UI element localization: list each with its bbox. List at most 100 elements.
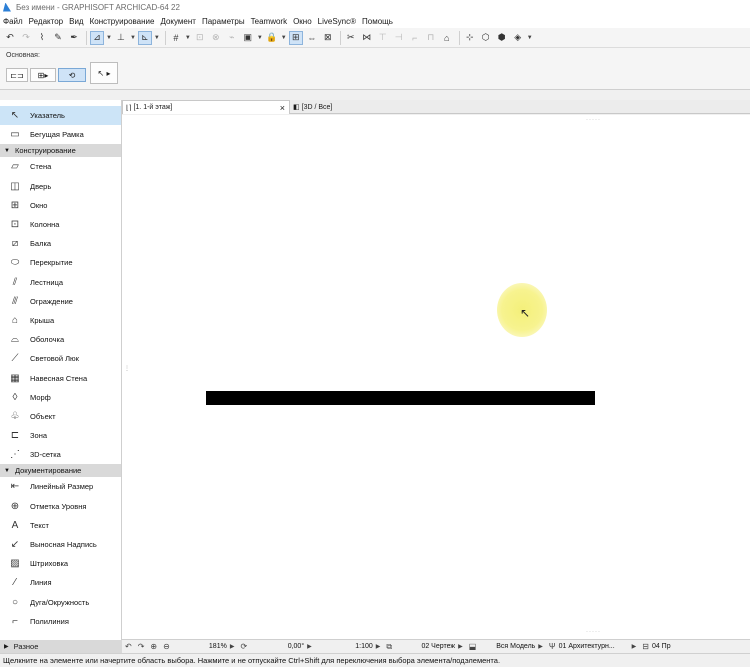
- magic-wand-icon[interactable]: ⌁: [225, 31, 239, 45]
- guide-lines-icon[interactable]: ⊿: [90, 30, 104, 45]
- stretch-icon[interactable]: ⇔: [305, 31, 319, 45]
- extra-value[interactable]: 04 Пр: [652, 640, 671, 654]
- menu-help[interactable]: Помощь: [362, 17, 393, 26]
- model-view-value[interactable]: Вся Модель: [479, 640, 535, 654]
- tool-line[interactable]: ⁄ Линия: [0, 573, 121, 592]
- intersect-icon[interactable]: ⊤: [376, 31, 390, 45]
- menu-file[interactable]: Файл: [3, 17, 23, 26]
- tool-pointer[interactable]: ↖ Указатель: [0, 106, 121, 126]
- relative-construction-icon[interactable]: ⊡: [193, 31, 207, 45]
- snap-guides-icon[interactable]: ⊥: [114, 31, 128, 45]
- fit-window-icon[interactable]: ⊠: [321, 31, 335, 45]
- tool-roof[interactable]: ⌂ Крыша: [0, 311, 121, 330]
- tool-fill[interactable]: ▨ Штриховка: [0, 554, 121, 573]
- suspend-groups-icon[interactable]: ⊗: [209, 31, 223, 45]
- chevron-right-icon[interactable]: ▶: [227, 640, 238, 654]
- splitter-top[interactable]: ·····: [586, 117, 601, 123]
- tool-stair[interactable]: ⫽ Лестница: [0, 273, 121, 292]
- redo-zoom-icon[interactable]: ↷: [135, 640, 148, 654]
- section-more[interactable]: ▶ Разное: [0, 640, 122, 653]
- chevron-right-icon[interactable]: ▶: [455, 640, 466, 654]
- tool-polyline[interactable]: ⌐ Полилиния: [0, 612, 121, 631]
- tool-arc[interactable]: ○ Дуга/Окружность: [0, 593, 121, 612]
- rotate-view-icon[interactable]: ⟳: [237, 640, 250, 654]
- close-icon[interactable]: ×: [280, 103, 285, 113]
- structure-icon[interactable]: ⊟: [639, 640, 652, 654]
- selection-method-icon[interactable]: ⊏⊐: [6, 68, 28, 82]
- pen-icon[interactable]: ✒: [67, 31, 81, 45]
- chevron-down-icon[interactable]: ▼: [527, 35, 533, 41]
- undo-zoom-icon[interactable]: ↶: [122, 640, 135, 654]
- adjust-icon[interactable]: ⊣: [392, 31, 406, 45]
- chevron-down-icon[interactable]: ▼: [106, 35, 112, 41]
- renovation-icon[interactable]: ⬢: [495, 31, 509, 45]
- split-icon[interactable]: ⋈: [360, 31, 374, 45]
- tool-skylight[interactable]: ⟋ Световой Люк: [0, 349, 121, 368]
- zoom-value[interactable]: 181%: [173, 640, 227, 654]
- chevron-down-icon[interactable]: ▼: [281, 35, 287, 41]
- tool-zone[interactable]: ⊏ Зона: [0, 426, 121, 445]
- tool-mesh[interactable]: ⋰ 3D-сетка: [0, 445, 121, 464]
- trim-icon[interactable]: ✂: [344, 31, 358, 45]
- trace-icon[interactable]: ⊞: [288, 30, 303, 45]
- splitter-bottom[interactable]: ·····: [586, 629, 601, 635]
- tool-beam[interactable]: ⧄ Балка: [0, 234, 121, 253]
- tool-dimension[interactable]: ⇤ Линейный Размер: [0, 477, 121, 496]
- pen-set-value[interactable]: 01 Архитектурн...: [559, 640, 629, 654]
- tool-column[interactable]: ⊡ Колонна: [0, 215, 121, 234]
- grid-snap-icon[interactable]: #: [169, 31, 183, 45]
- menu-options[interactable]: Параметры: [202, 17, 245, 26]
- chevron-down-icon[interactable]: ▼: [257, 35, 263, 41]
- fillet-icon[interactable]: ⌐: [408, 31, 422, 45]
- menu-view[interactable]: Вид: [69, 17, 83, 26]
- splitter-left[interactable]: ⋮: [124, 366, 130, 372]
- layer-combination-icon[interactable]: ◈: [511, 31, 525, 45]
- tool-text[interactable]: A Текст: [0, 516, 121, 535]
- tool-wall[interactable]: ▱ Стена: [0, 157, 121, 176]
- lock-icon[interactable]: 🔒: [265, 31, 279, 45]
- wall-element[interactable]: [206, 391, 595, 405]
- menu-design[interactable]: Конструирование: [90, 17, 155, 26]
- tool-shell[interactable]: ⌓ Оболочка: [0, 330, 121, 349]
- menu-livesync[interactable]: LiveSync®: [318, 17, 356, 26]
- offset-icon[interactable]: ⊓: [424, 31, 438, 45]
- tool-morph[interactable]: ◊ Морф: [0, 388, 121, 407]
- drafting-aids-icon[interactable]: ⌂: [440, 31, 454, 45]
- layer-combo-value[interactable]: 02 Чертеж: [395, 640, 455, 654]
- rotated-selection-icon[interactable]: ⟲: [58, 68, 86, 82]
- model-view-icon[interactable]: ⬓: [466, 640, 480, 654]
- redo-icon[interactable]: ↷: [19, 31, 33, 45]
- menu-edit[interactable]: Редактор: [29, 17, 63, 26]
- tab-floor-plan[interactable]: ⌊⌉ [1. 1-й этаж] ×: [122, 100, 290, 114]
- inject-icon[interactable]: ✎: [51, 31, 65, 45]
- chevron-right-icon[interactable]: ▶: [304, 640, 315, 654]
- menu-teamwork[interactable]: Teamwork: [251, 17, 287, 26]
- area-selection-icon[interactable]: ⊞▸: [30, 68, 56, 82]
- tool-railing[interactable]: ⫻ Ограждение: [0, 292, 121, 311]
- menu-document[interactable]: Документ: [160, 17, 196, 26]
- section-design[interactable]: ▼ Конструирование: [0, 144, 121, 158]
- 3d-view-icon[interactable]: ⬡: [479, 31, 493, 45]
- chevron-down-icon[interactable]: ▼: [154, 35, 160, 41]
- layers-icon[interactable]: ⧉: [383, 640, 395, 654]
- arrow-pointer-icon[interactable]: ↖ ▸: [90, 62, 118, 84]
- cursor-snap-icon[interactable]: ⊾: [137, 30, 152, 45]
- zoom-icon[interactable]: ⊕: [147, 640, 160, 654]
- tab-3d[interactable]: ◧ [3D / Все]: [290, 100, 460, 114]
- chevron-right-icon[interactable]: ▶: [629, 640, 640, 654]
- tool-level-dimension[interactable]: ⊕ Отметка Уровня: [0, 497, 121, 516]
- tool-window[interactable]: ⊞ Окно: [0, 196, 121, 215]
- tool-label[interactable]: ↙ Выносная Надпись: [0, 535, 121, 554]
- tool-object[interactable]: ♧ Объект: [0, 407, 121, 426]
- section-documentation[interactable]: ▼ Документирование: [0, 464, 121, 478]
- scale-value[interactable]: 1:100: [315, 640, 373, 654]
- undo-icon[interactable]: ↶: [3, 31, 17, 45]
- chevron-right-icon[interactable]: ▶: [373, 640, 384, 654]
- chevron-down-icon[interactable]: ▼: [130, 35, 136, 41]
- tool-door[interactable]: ◫ Дверь: [0, 177, 121, 196]
- pen-set-icon[interactable]: Ψ: [546, 640, 559, 654]
- element-grid-icon[interactable]: ⊹: [463, 31, 477, 45]
- angle-value[interactable]: 0,00°: [250, 640, 304, 654]
- chevron-right-icon[interactable]: ▶: [535, 640, 546, 654]
- tool-slab[interactable]: ⬭ Перекрытие: [0, 253, 121, 272]
